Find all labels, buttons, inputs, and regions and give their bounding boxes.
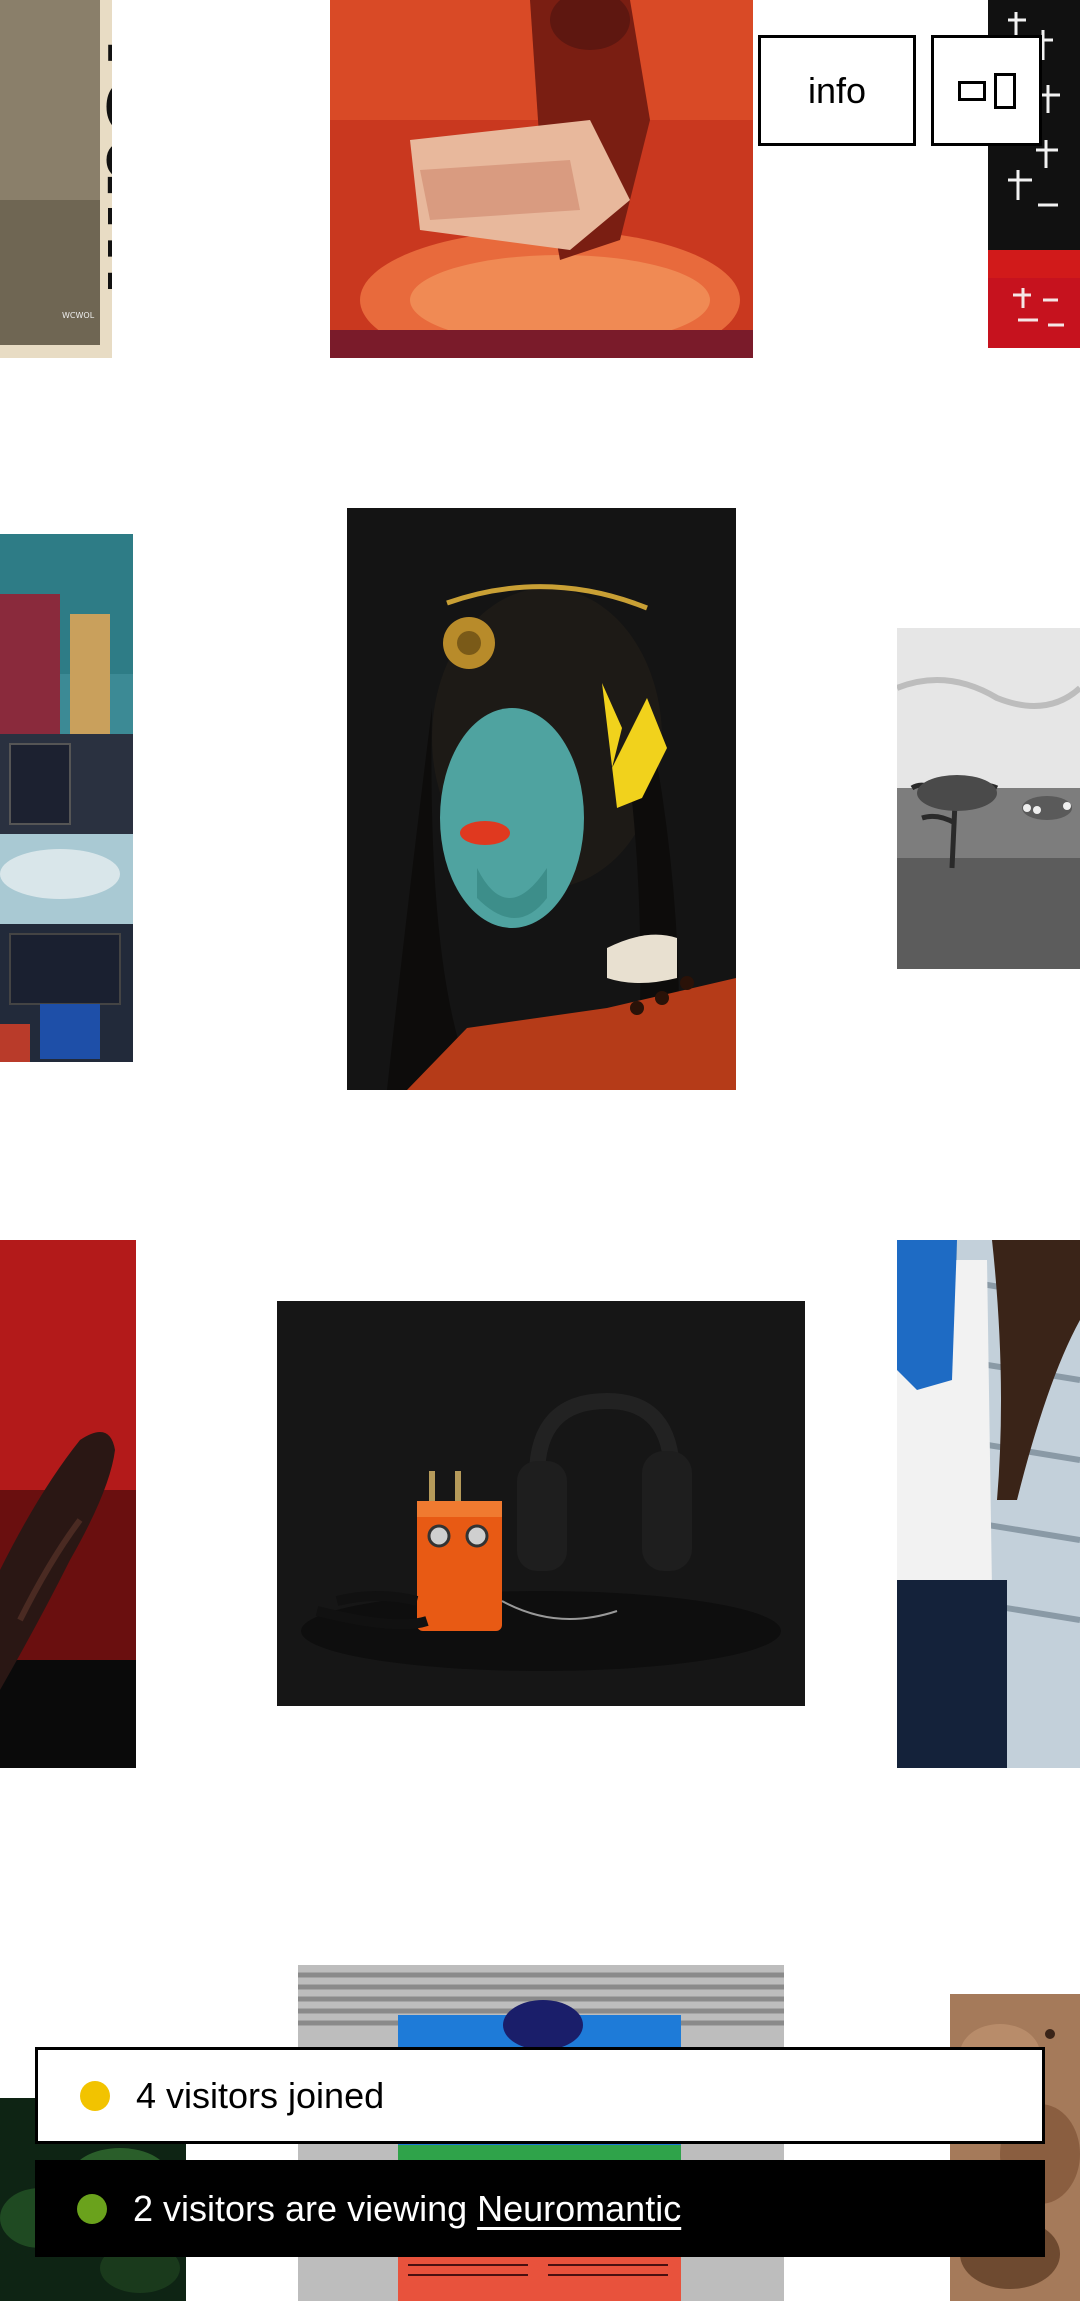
tile-painted-face-portrait[interactable]: [347, 508, 736, 1090]
tile-orange-pedal-headphones[interactable]: [277, 1301, 805, 1706]
status-dot-green: [77, 2193, 107, 2224]
status-dot-yellow: [80, 2080, 110, 2111]
info-button[interactable]: info: [758, 35, 916, 146]
visitors-viewing-notification: 2 visitors are viewing Neuromantic: [35, 2160, 1045, 2257]
layout-toggle-icon-part: [993, 72, 1016, 109]
tile-red-tinted-figure[interactable]: [330, 0, 753, 358]
layout-toggle-icon: [957, 80, 986, 101]
visitors-joined-notification: 4 visitors joined: [35, 2047, 1045, 2144]
tile-textiles-luggage[interactable]: [0, 534, 133, 1062]
visitors-joined-text: 4 visitors joined: [136, 2074, 385, 2116]
info-button-label: info: [807, 69, 867, 111]
gallery-page: foam WCWOL info 4 visitors joined 2 visi…: [0, 0, 1080, 2301]
foam-small-text: WCWOL: [62, 311, 95, 320]
viewing-exhibition-link[interactable]: Neuromantic: [477, 2188, 681, 2230]
tile-bw-landscape-tree[interactable]: [897, 628, 1080, 969]
layout-toggle-button[interactable]: [931, 35, 1042, 146]
visitors-viewing-text: 2 visitors are viewing: [133, 2187, 468, 2229]
foam-logo-text: foam: [86, 35, 112, 296]
tile-white-shirt-figure[interactable]: [897, 1240, 1080, 1768]
tile-red-fabric-hand[interactable]: [0, 1240, 136, 1768]
tile-foam-magazine-cover[interactable]: foam WCWOL: [0, 0, 112, 358]
